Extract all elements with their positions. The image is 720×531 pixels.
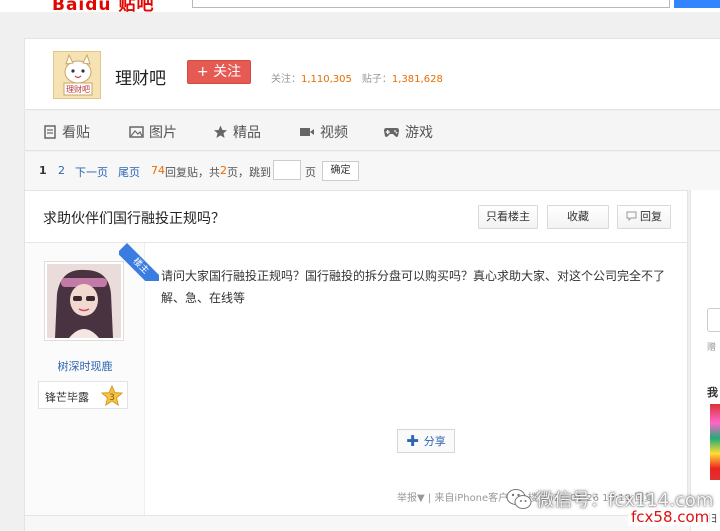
- thread-header: 求助伙伴们国行融投正规吗？ 只看楼主 收藏 回复: [24, 190, 688, 243]
- watermark: 微信号：fcx114.com fcx58.com: [500, 484, 720, 531]
- level-badge[interactable]: 锋芒毕露 3: [38, 381, 128, 409]
- avatar-photo: [47, 264, 121, 338]
- forum-name[interactable]: 理财吧: [115, 64, 166, 89]
- avatar-portrait-icon: [47, 264, 121, 338]
- thread-title: 求助伙伴们国行融投正规吗？: [43, 211, 225, 227]
- level-star-icon: 3: [101, 385, 123, 407]
- tab-label: 图片: [149, 125, 177, 141]
- comment-icon: [626, 211, 637, 222]
- page-jump-input[interactable]: [273, 160, 301, 180]
- author-avatar[interactable]: [44, 261, 124, 341]
- post-count: 1,381,628: [391, 74, 443, 85]
- author-panel: 树深时现鹿 锋芒毕露 3: [25, 243, 145, 515]
- total-pages: 2: [220, 164, 227, 177]
- tab-games[interactable]: 游戏: [383, 122, 433, 142]
- sidebar-text-fragment: 赠: [707, 343, 717, 353]
- pages-text: 页，跳到: [227, 166, 271, 179]
- share-label: 分享: [423, 435, 446, 448]
- lucky-cat-icon: 理财吧: [54, 52, 100, 98]
- sidebar-ad-image[interactable]: [710, 404, 720, 480]
- video-icon: [300, 128, 314, 136]
- plus-icon: ✚: [406, 432, 419, 450]
- tab-label: 视频: [320, 125, 348, 141]
- last-page-link[interactable]: 尾页: [118, 164, 140, 180]
- favorite-button[interactable]: 收藏: [547, 205, 609, 229]
- wechat-logo-icon: [506, 489, 532, 509]
- gamepad-icon: [384, 128, 399, 137]
- tab-featured[interactable]: 精品: [213, 122, 261, 142]
- picture-icon: [129, 126, 144, 138]
- tab-posts[interactable]: 看贴: [43, 122, 90, 142]
- search-input[interactable]: [192, 0, 670, 8]
- page-2-link[interactable]: 2: [58, 164, 65, 177]
- post-floor-1: 树深时现鹿 锋芒毕露 3 楼主 请问大家国行融投正规吗？国行融投的拆分盘可以购买…: [24, 243, 688, 515]
- right-sidebar: 赠 我 扫: [690, 190, 720, 531]
- follow-button[interactable]: + 关注: [187, 60, 251, 84]
- page-unit: 页: [305, 166, 316, 179]
- reply-text: 回复贴，共: [165, 166, 220, 179]
- forum-header: 理财吧 理财吧 + 关注 关注：1,110,305 贴子：1,381,628: [24, 38, 720, 110]
- floor-owner-tag: 楼主: [119, 241, 159, 281]
- badge-level-number: 3: [109, 393, 115, 403]
- search-button[interactable]: [674, 0, 720, 8]
- tab-label: 精品: [233, 125, 261, 141]
- follow-count: 1,110,305: [301, 74, 352, 85]
- tab-label: 游戏: [405, 125, 433, 141]
- floor-tag-label: 楼主: [119, 243, 159, 281]
- page-current: 1: [39, 164, 47, 177]
- svg-text:理财吧: 理财吧: [66, 84, 90, 94]
- tab-videos[interactable]: 视频: [299, 122, 348, 142]
- star-icon: [214, 125, 227, 138]
- document-icon: [44, 125, 56, 139]
- share-button[interactable]: ✚ 分享: [397, 429, 455, 453]
- next-page-link[interactable]: 下一页: [75, 164, 108, 180]
- only-author-button[interactable]: 只看楼主: [478, 205, 538, 229]
- sidebar-input[interactable]: [707, 308, 720, 332]
- tab-pictures[interactable]: 图片: [129, 122, 177, 142]
- post-count-label: 贴子：: [361, 74, 392, 85]
- author-name[interactable]: 树深时现鹿: [25, 358, 145, 374]
- baidu-logo[interactable]: Baidu 贴吧: [52, 0, 154, 15]
- post-content: 请问大家国行融投正规吗？国行融投的拆分盘可以购买吗？真心求助大家、对这个公司完全…: [161, 269, 666, 305]
- top-search-bar: Baidu 贴吧: [0, 0, 720, 15]
- reply-button-label: 回复: [640, 210, 662, 223]
- tab-label: 看贴: [62, 125, 90, 141]
- confirm-button[interactable]: 确定: [322, 161, 359, 181]
- badge-label: 锋芒毕露: [45, 391, 89, 404]
- reply-count: 74: [151, 164, 165, 177]
- sidebar-heading-fragment: 我: [707, 386, 718, 399]
- pagination: 1 2 下一页 尾页 74 回复贴，共 2 页，跳到 页 确定: [24, 152, 720, 190]
- watermark-site: fcx58.com: [628, 508, 713, 526]
- forum-avatar[interactable]: 理财吧: [53, 51, 101, 99]
- forum-tabs: 看贴 图片 精品 视频 游戏: [24, 111, 720, 151]
- forum-stats: 关注：1,110,305 贴子：1,381,628: [271, 70, 443, 85]
- reply-button[interactable]: 回复: [617, 205, 671, 229]
- follow-count-label: 关注：: [271, 74, 301, 85]
